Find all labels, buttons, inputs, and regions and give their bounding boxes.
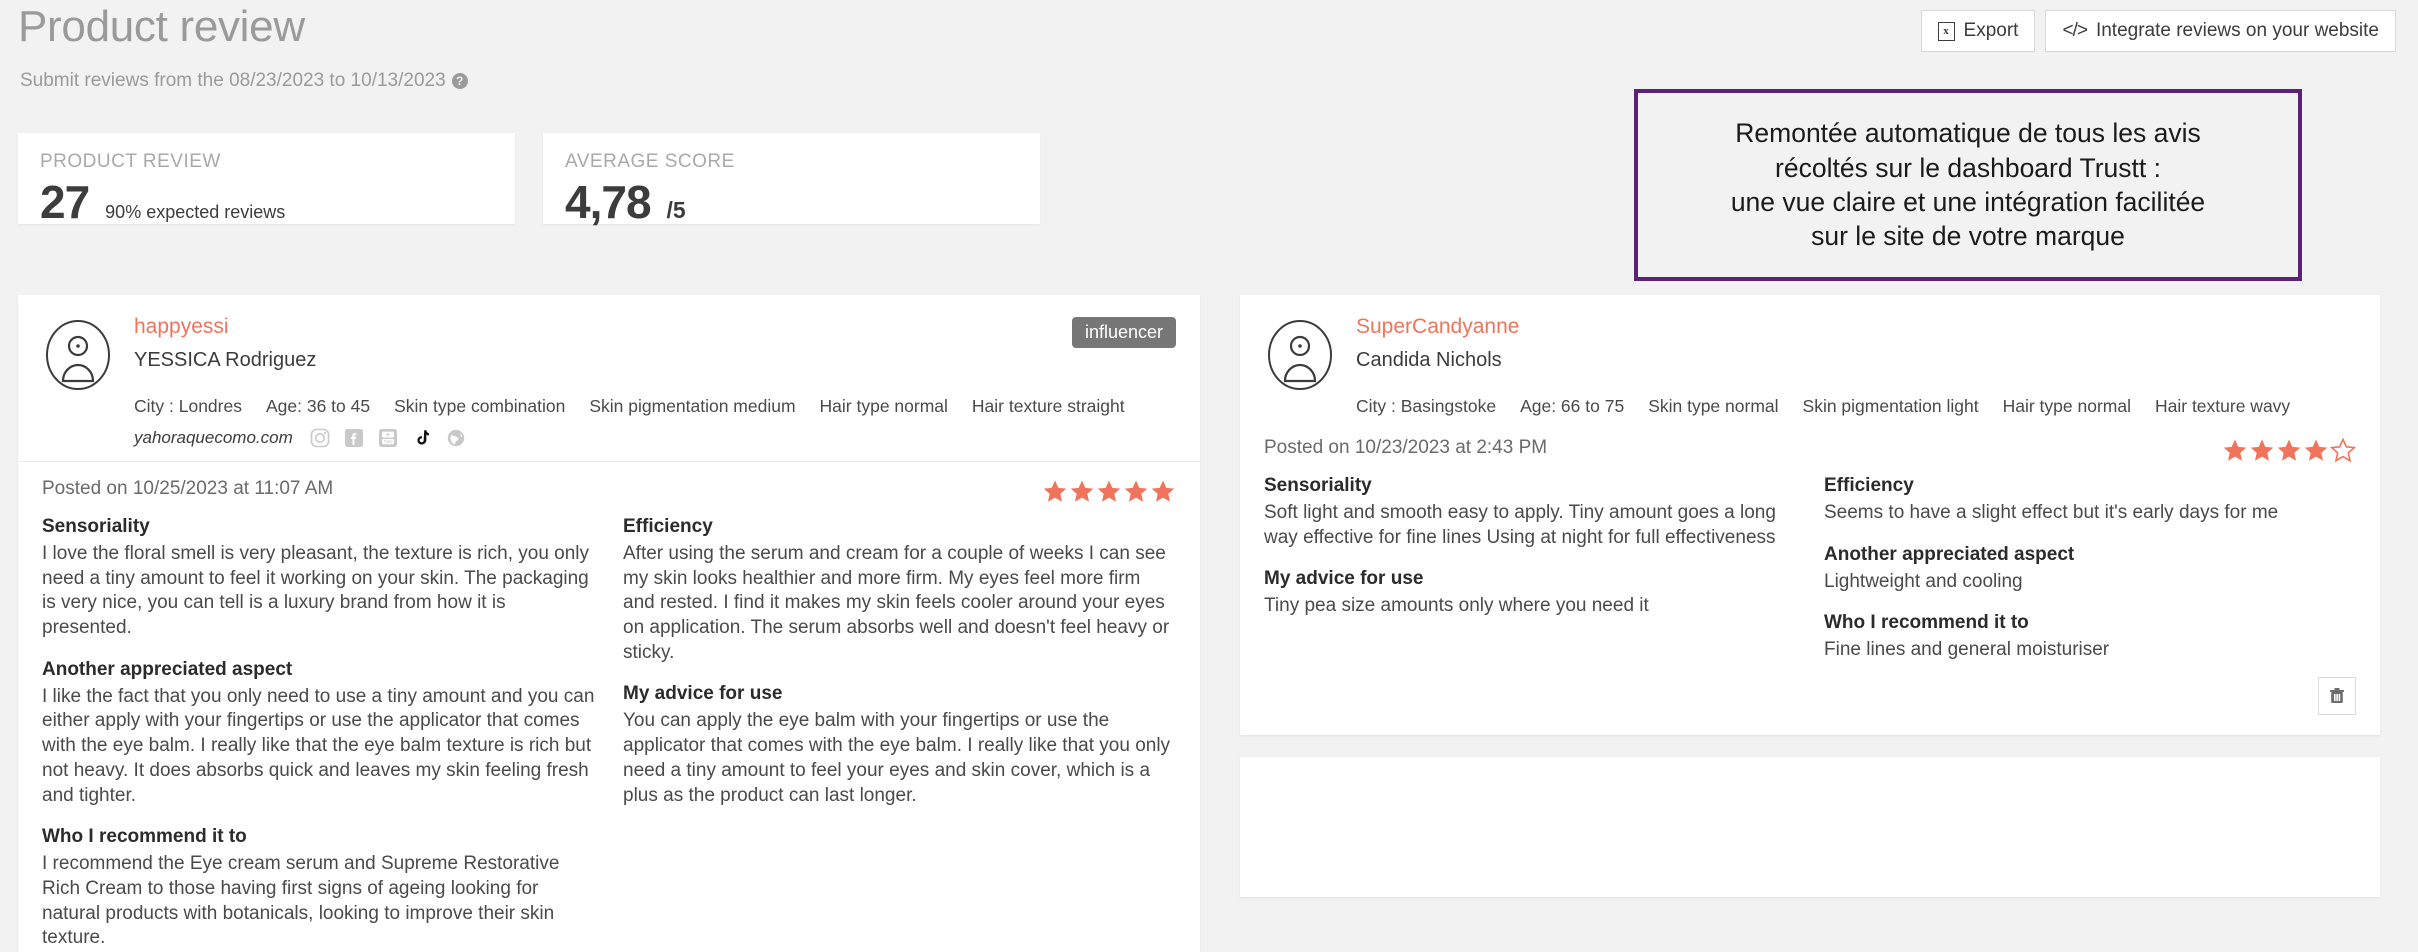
reviewer-info: SuperCandyanne Candida Nichols City : Ba… bbox=[1356, 315, 2356, 417]
reviewer-attribute: City : Londres bbox=[134, 396, 242, 416]
reviewer-attribute: Age: 66 to 75 bbox=[1520, 396, 1625, 416]
review-section-text: Soft light and smooth easy to apply. Tin… bbox=[1264, 502, 1776, 548]
header-actions: x Export </> Integrate reviews on your w… bbox=[1920, 10, 2396, 52]
trash-icon bbox=[2330, 688, 2344, 704]
review-section-text: Tiny pea size amounts only where you nee… bbox=[1264, 595, 1649, 617]
reviewer-socials: yahoraquecomo.com Tube bbox=[134, 427, 1176, 449]
reviewer-attributes: City : Basingstoke Age: 66 to 75 Skin ty… bbox=[1356, 396, 2356, 417]
youtube-icon[interactable]: Tube bbox=[377, 427, 399, 449]
tiktok-icon[interactable] bbox=[411, 427, 433, 449]
reviewer-attribute: Skin pigmentation light bbox=[1802, 396, 1979, 416]
rating-stars bbox=[1042, 478, 1176, 504]
code-icon: </> bbox=[2062, 20, 2088, 41]
stat-label: AVERAGE SCORE bbox=[565, 151, 735, 172]
subtitle-text: Submit reviews from the 08/23/2023 to 10… bbox=[20, 70, 446, 91]
review-section-text: Lightweight and cooling bbox=[1824, 570, 2023, 592]
facebook-icon[interactable] bbox=[343, 427, 365, 449]
review-posted-date: Posted on 10/25/2023 at 11:07 AM bbox=[42, 478, 334, 499]
review-posted-date: Posted on 10/23/2023 at 2:43 PM bbox=[1264, 437, 1548, 458]
reviewer-attribute: Hair type normal bbox=[819, 396, 948, 416]
review-card: happyessi YESSICA Rodriguez City : Londr… bbox=[18, 295, 1200, 952]
instagram-icon[interactable] bbox=[309, 427, 331, 449]
page-subtitle: Submit reviews from the 08/23/2023 to 10… bbox=[20, 70, 468, 92]
review-left-column: Sensoriality I love the floral smell is … bbox=[42, 516, 595, 951]
review-right-column: Efficiency After using the serum and cre… bbox=[623, 516, 1176, 951]
svg-text:Tube: Tube bbox=[383, 439, 393, 444]
review-card-header: happyessi YESSICA Rodriguez City : Londr… bbox=[18, 295, 1200, 461]
export-button[interactable]: x Export bbox=[1920, 10, 2036, 52]
review-section-text: Seems to have a slight effect but it's e… bbox=[1824, 502, 2279, 523]
stat-label: PRODUCT REVIEW bbox=[40, 151, 221, 172]
review-section-text: I recommend the Eye cream serum and Supr… bbox=[42, 853, 560, 949]
annotation-callout: Remontée automatique de tous les avis ré… bbox=[1634, 89, 2302, 281]
stat-value: 27 bbox=[40, 176, 90, 228]
review-section-text: I like the fact that you only need to us… bbox=[42, 685, 595, 806]
review-card: SuperCandyanne Candida Nichols City : Ba… bbox=[1240, 295, 2380, 736]
delete-review-button[interactable] bbox=[2318, 677, 2356, 716]
stat-sublabel: 90% expected reviews bbox=[105, 202, 286, 222]
review-section-title: Who I recommend it to bbox=[42, 826, 247, 848]
review-left-column: Sensoriality Soft light and smooth easy … bbox=[1264, 475, 1796, 663]
reviewer-username[interactable]: happyessi bbox=[134, 315, 1176, 339]
reviewer-fullname: Candida Nichols bbox=[1356, 349, 1502, 371]
review-section-text: You can apply the eye balm with your fin… bbox=[623, 710, 1171, 806]
review-section-title: Efficiency bbox=[623, 516, 713, 537]
annotation-text: Remontée automatique de tous les avis ré… bbox=[1730, 118, 2206, 252]
reviewer-attribute: Hair texture wavy bbox=[2155, 396, 2291, 416]
globe-icon[interactable] bbox=[445, 427, 467, 449]
influencer-badge: influencer bbox=[1071, 317, 1176, 348]
excel-file-icon: x bbox=[1937, 21, 1955, 41]
product-review-page: Product review Submit reviews from the 0… bbox=[0, 0, 2418, 952]
integrate-reviews-button[interactable]: </> Integrate reviews on your website bbox=[2045, 10, 2396, 52]
reviews-column-left: happyessi YESSICA Rodriguez City : Londr… bbox=[18, 295, 1200, 952]
reviewer-attribute: City : Basingstoke bbox=[1356, 396, 1497, 416]
reviewer-attribute: Skin pigmentation medium bbox=[589, 396, 796, 416]
review-section-title: Sensoriality bbox=[42, 516, 150, 537]
help-icon[interactable]: ? bbox=[451, 73, 468, 89]
review-section-title: Another appreciated aspect bbox=[1824, 543, 2075, 565]
rating-stars bbox=[2222, 437, 2356, 463]
review-right-column: Efficiency Seems to have a slight effect… bbox=[1824, 475, 2356, 663]
review-section-title: Sensoriality bbox=[1264, 475, 1372, 496]
reviewer-attribute: Hair type normal bbox=[2002, 396, 2131, 416]
review-section-title: My advice for use bbox=[623, 683, 783, 705]
reviewer-info: happyessi YESSICA Rodriguez City : Londr… bbox=[134, 315, 1176, 449]
export-button-label: Export bbox=[1963, 20, 2019, 41]
avatar bbox=[42, 319, 114, 391]
page-title: Product review bbox=[18, 2, 305, 51]
stat-value: 4,78 bbox=[565, 176, 652, 228]
stat-unit: /5 bbox=[666, 197, 686, 223]
reviews-container: happyessi YESSICA Rodriguez City : Londr… bbox=[18, 295, 2380, 952]
review-section-title: Who I recommend it to bbox=[1824, 612, 2029, 634]
reviews-column-right: SuperCandyanne Candida Nichols City : Ba… bbox=[1240, 295, 2380, 952]
review-section-title: Another appreciated aspect bbox=[42, 658, 293, 680]
review-section-title: Efficiency bbox=[1824, 475, 1914, 496]
review-section-text: I love the floral smell is very pleasant… bbox=[42, 543, 590, 639]
reviewer-attribute: Skin type combination bbox=[394, 396, 566, 416]
review-card-body: Posted on 10/23/2023 at 2:43 PM Sensoria… bbox=[1240, 425, 2380, 735]
reviewer-attribute: Hair texture straight bbox=[971, 396, 1125, 416]
integrate-button-label: Integrate reviews on your website bbox=[2095, 20, 2379, 41]
review-card-header: SuperCandyanne Candida Nichols City : Ba… bbox=[1240, 295, 2380, 425]
review-card-body: Posted on 10/25/2023 at 11:07 AM Sensori… bbox=[18, 462, 1200, 952]
reviewer-username[interactable]: SuperCandyanne bbox=[1356, 315, 2356, 339]
stat-card-average-score: AVERAGE SCORE 4,78 /5 bbox=[543, 133, 1040, 228]
reviewer-fullname: YESSICA Rodriguez bbox=[134, 349, 317, 371]
stats-row: PRODUCT REVIEW 27 90% expected reviews A… bbox=[18, 133, 1040, 228]
reviewer-attribute: Skin type normal bbox=[1648, 396, 1779, 416]
review-section-text: After using the serum and cream for a co… bbox=[623, 543, 1170, 663]
reviewer-website-link[interactable]: yahoraquecomo.com bbox=[134, 428, 293, 448]
review-section-title: My advice for use bbox=[1264, 568, 1424, 590]
avatar bbox=[1264, 319, 1336, 391]
review-card-next bbox=[1240, 757, 2380, 898]
reviewer-attributes: City : Londres Age: 36 to 45 Skin type c… bbox=[134, 396, 1176, 417]
reviewer-attribute: Age: 36 to 45 bbox=[265, 396, 371, 416]
stat-card-product-review: PRODUCT REVIEW 27 90% expected reviews bbox=[18, 133, 515, 228]
review-section-text: Fine lines and general moisturiser bbox=[1824, 639, 2110, 661]
